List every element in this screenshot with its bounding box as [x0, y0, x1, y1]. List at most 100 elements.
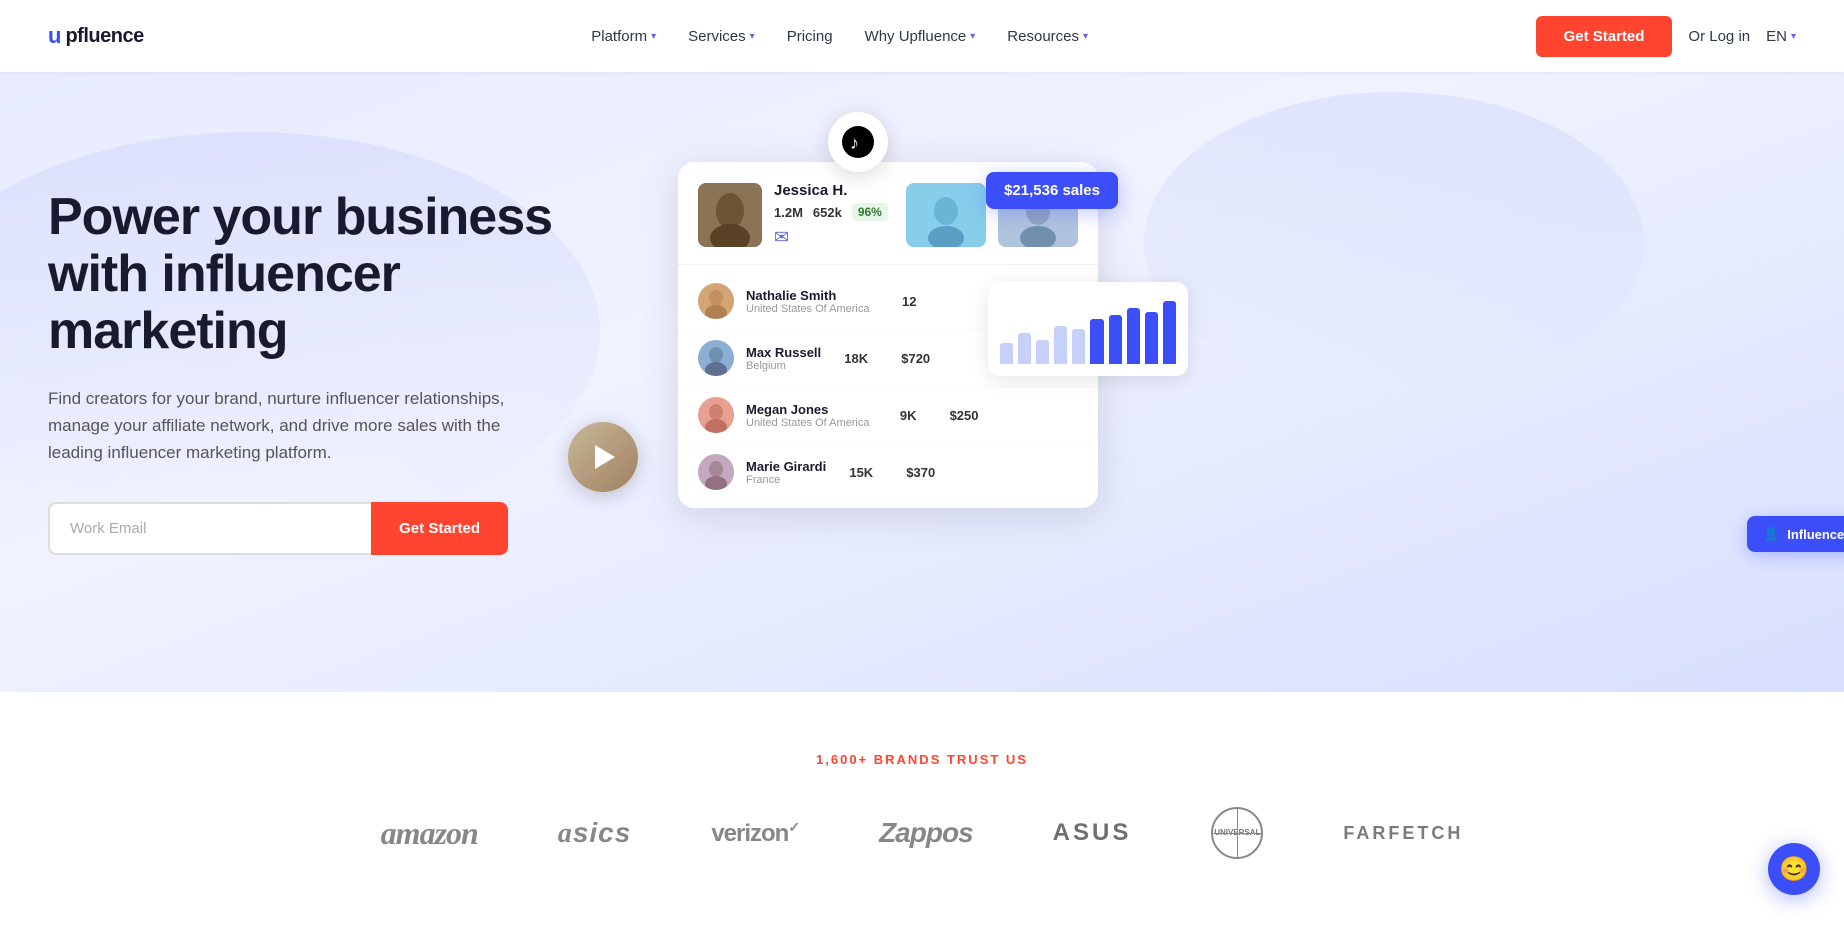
nav-resources-label: Resources [1007, 28, 1079, 45]
chart-bar [1018, 333, 1031, 365]
play-icon [595, 445, 615, 469]
brands-logos: amazon asics verizon✓ Zappos ASUS UNIVER… [381, 807, 1464, 859]
nav-item-services[interactable]: Services ▾ [676, 20, 767, 53]
featured-info: Jessica H. 1.2M 652k 96% ✉ [774, 182, 894, 248]
list-item-location: United States Of America [746, 303, 870, 315]
nav-item-platform[interactable]: Platform ▾ [579, 20, 668, 53]
farfetch-logo: FARFETCH [1343, 823, 1463, 844]
chart-bar-active [1163, 301, 1176, 364]
list-item-name: Marie Girardi [746, 459, 826, 474]
asics-logo: asics [558, 817, 632, 850]
avatar [698, 454, 734, 490]
featured-score: 96% [852, 203, 888, 221]
chevron-down-icon: ▾ [750, 31, 755, 42]
sales-badge: $21,536 sales [986, 172, 1118, 209]
asus-logo: ASUS [1053, 819, 1132, 847]
nav-links: Platform ▾ Services ▾ Pricing Why Upflue… [579, 20, 1100, 53]
list-item-metric: 18K [833, 351, 868, 366]
language-label: EN [1766, 28, 1787, 45]
navbar: u pfluence Platform ▾ Services ▾ Pricing… [0, 0, 1844, 72]
nav-right: Get Started Or Log in EN ▾ [1536, 16, 1796, 57]
svg-text:♪: ♪ [850, 133, 859, 153]
chart-bar-active [1145, 312, 1158, 365]
list-item-location: France [746, 474, 826, 486]
list-item-name: Max Russell [746, 345, 821, 360]
featured-followers: 1.2M [774, 205, 803, 220]
chevron-down-icon: ▾ [1791, 31, 1796, 42]
avatar [698, 397, 734, 433]
featured-influencer-row: Jessica H. 1.2M 652k 96% ✉ [678, 162, 1098, 265]
featured-avatar [698, 183, 762, 247]
nav-why-label: Why Upfluence [865, 28, 967, 45]
featured-name: Jessica H. [774, 182, 894, 199]
logo-text: pfluence [65, 25, 143, 48]
list-item-sales: $720 [880, 351, 930, 366]
hero-visual: ♪ Jessica H. 1.2M 652k 96 [628, 132, 1796, 612]
nav-services-label: Services [688, 28, 746, 45]
hero-subheading: Find creators for your brand, nurture in… [48, 385, 528, 467]
logo-icon: u [48, 23, 61, 49]
chart-bar-active [1127, 308, 1140, 364]
brands-label: 1,600+ BRANDS TRUST US [816, 752, 1028, 767]
chat-bubble[interactable]: 😊 [1768, 843, 1820, 895]
nav-pricing-label: Pricing [787, 28, 833, 45]
chart-bar [1036, 340, 1049, 365]
list-item-sales: $250 [929, 408, 979, 423]
nav-get-started-button[interactable]: Get Started [1536, 16, 1673, 57]
hero-section: Power your business with influencer mark… [0, 72, 1844, 692]
featured-engagement: 652k [813, 205, 842, 220]
influencer-matching-badge: 👤 Influencer Matching [1747, 516, 1844, 552]
login-link[interactable]: Or Log in [1688, 28, 1750, 45]
logo[interactable]: u pfluence [48, 23, 144, 49]
chart-bar [1072, 329, 1085, 364]
hero-heading: Power your business with influencer mark… [48, 189, 568, 361]
list-item-sales: $370 [885, 465, 935, 480]
list-item: Megan Jones United States Of America 9K … [678, 387, 1098, 444]
list-item-name: Megan Jones [746, 402, 870, 417]
email-input[interactable] [48, 502, 371, 555]
tiktok-bubble: ♪ [828, 112, 888, 172]
chart-bar [1054, 326, 1067, 365]
amazon-logo: amazon [381, 815, 478, 852]
list-item-location: United States Of America [746, 417, 870, 429]
mail-icon: ✉ [774, 227, 894, 248]
matching-label: Influencer Matching [1787, 527, 1844, 542]
list-item-metric: 12 [882, 294, 917, 309]
chart-bar [1000, 343, 1013, 364]
list-item: Marie Girardi France 15K $370 [678, 444, 1098, 500]
chevron-down-icon: ▾ [651, 31, 656, 42]
nav-item-resources[interactable]: Resources ▾ [995, 20, 1100, 53]
list-item-name: Nathalie Smith [746, 288, 870, 303]
list-item-location: Belgium [746, 360, 821, 372]
matching-icon: 👤 [1763, 526, 1779, 542]
list-item-metric: 9K [882, 408, 917, 423]
hero-content: Power your business with influencer mark… [48, 189, 568, 555]
zappos-logo: Zappos [879, 817, 973, 849]
influencer-thumb-1 [906, 183, 986, 247]
nav-item-pricing[interactable]: Pricing [775, 20, 845, 53]
nav-platform-label: Platform [591, 28, 647, 45]
chevron-down-icon: ▾ [1083, 31, 1088, 42]
chevron-down-icon: ▾ [970, 31, 975, 42]
chart-bars [1000, 294, 1176, 364]
brands-section: 1,600+ BRANDS TRUST US amazon asics veri… [0, 692, 1844, 939]
list-item-info: Megan Jones United States Of America [746, 402, 870, 429]
avatar [698, 283, 734, 319]
avatar [698, 340, 734, 376]
chart-card [988, 282, 1188, 376]
featured-stats: 1.2M 652k 96% [774, 203, 894, 221]
chat-icon: 😊 [1779, 855, 1809, 884]
chart-bar-active [1090, 319, 1103, 365]
hero-form: Get Started [48, 502, 508, 555]
universal-logo: UNIVERSAL [1211, 807, 1263, 859]
verizon-logo: verizon✓ [711, 819, 799, 848]
list-item-info: Marie Girardi France [746, 459, 826, 486]
list-item-info: Max Russell Belgium [746, 345, 821, 372]
list-item-metric: 15K [838, 465, 873, 480]
dashboard-card: Jessica H. 1.2M 652k 96% ✉ [678, 162, 1098, 508]
list-item-info: Nathalie Smith United States Of America [746, 288, 870, 315]
nav-item-why[interactable]: Why Upfluence ▾ [853, 20, 988, 53]
hero-get-started-button[interactable]: Get Started [371, 502, 508, 555]
language-selector[interactable]: EN ▾ [1766, 28, 1796, 45]
play-button[interactable] [568, 422, 638, 492]
